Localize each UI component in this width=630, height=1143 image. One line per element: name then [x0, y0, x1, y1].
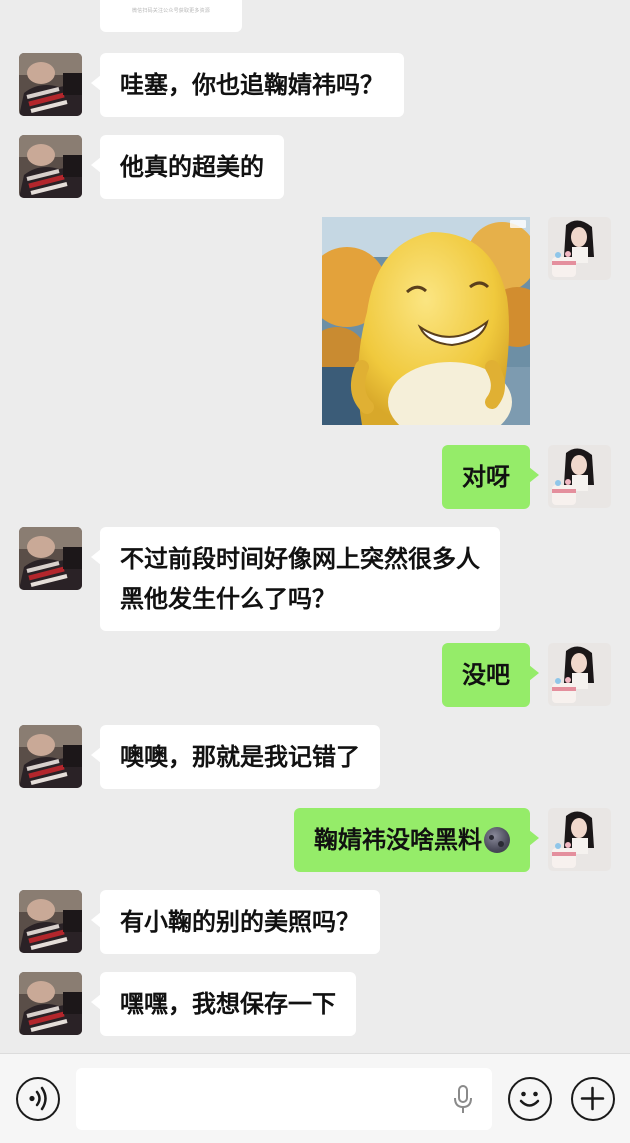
- contact-avatar[interactable]: [19, 725, 82, 788]
- input-bar: [0, 1053, 630, 1143]
- smiley-icon[interactable]: [508, 1077, 552, 1121]
- partial-link-card[interactable]: 微信扫码关注公众号获取更多资源: [100, 0, 242, 32]
- message-bubble[interactable]: 嘿嘿，我想保存一下: [91, 972, 356, 1036]
- message-bubble[interactable]: 不过前段时间好像网上突然很多人 黑他发生什么了吗？: [91, 527, 500, 631]
- message-line: 不过前段时间好像网上突然很多人: [120, 545, 480, 573]
- message-bubble[interactable]: 噢噢，那就是我记错了: [91, 725, 380, 789]
- contact-avatar[interactable]: [19, 972, 82, 1035]
- contact-avatar[interactable]: [19, 53, 82, 116]
- microphone-icon[interactable]: [452, 1084, 474, 1116]
- my-avatar[interactable]: [548, 217, 611, 280]
- my-avatar[interactable]: [548, 445, 611, 508]
- link-card-caption: 微信扫码关注公众号获取更多资源: [131, 8, 210, 14]
- message-bubble[interactable]: 他真的超美的: [91, 135, 284, 199]
- dark-moon-face-emoji: [484, 827, 510, 853]
- message-bubble[interactable]: 对呀: [442, 445, 539, 509]
- contact-avatar[interactable]: [19, 135, 82, 198]
- chat-area[interactable]: 微信扫码关注公众号获取更多资源 哇塞，你也追鞠婧祎吗？ 他真的超美的 对呀 不过…: [0, 0, 630, 1053]
- voice-icon[interactable]: [16, 1077, 60, 1121]
- message-bubble[interactable]: 鞠婧祎没啥黑料: [294, 808, 539, 872]
- message-bubble[interactable]: 有小鞠的别的美照吗？: [91, 890, 380, 954]
- message-text: 鞠婧祎没啥黑料: [314, 826, 482, 854]
- my-avatar[interactable]: [548, 643, 611, 706]
- contact-avatar[interactable]: [19, 527, 82, 590]
- contact-avatar[interactable]: [19, 890, 82, 953]
- message-bubble[interactable]: 哇塞，你也追鞠婧祎吗？: [91, 53, 404, 117]
- message-line: 黑他发生什么了吗？: [120, 585, 336, 613]
- plus-icon[interactable]: [571, 1077, 615, 1121]
- message-input[interactable]: [76, 1068, 492, 1130]
- yellow-blob-character-sticker[interactable]: [322, 217, 530, 425]
- my-avatar[interactable]: [548, 808, 611, 871]
- message-bubble[interactable]: 没吧: [442, 643, 539, 707]
